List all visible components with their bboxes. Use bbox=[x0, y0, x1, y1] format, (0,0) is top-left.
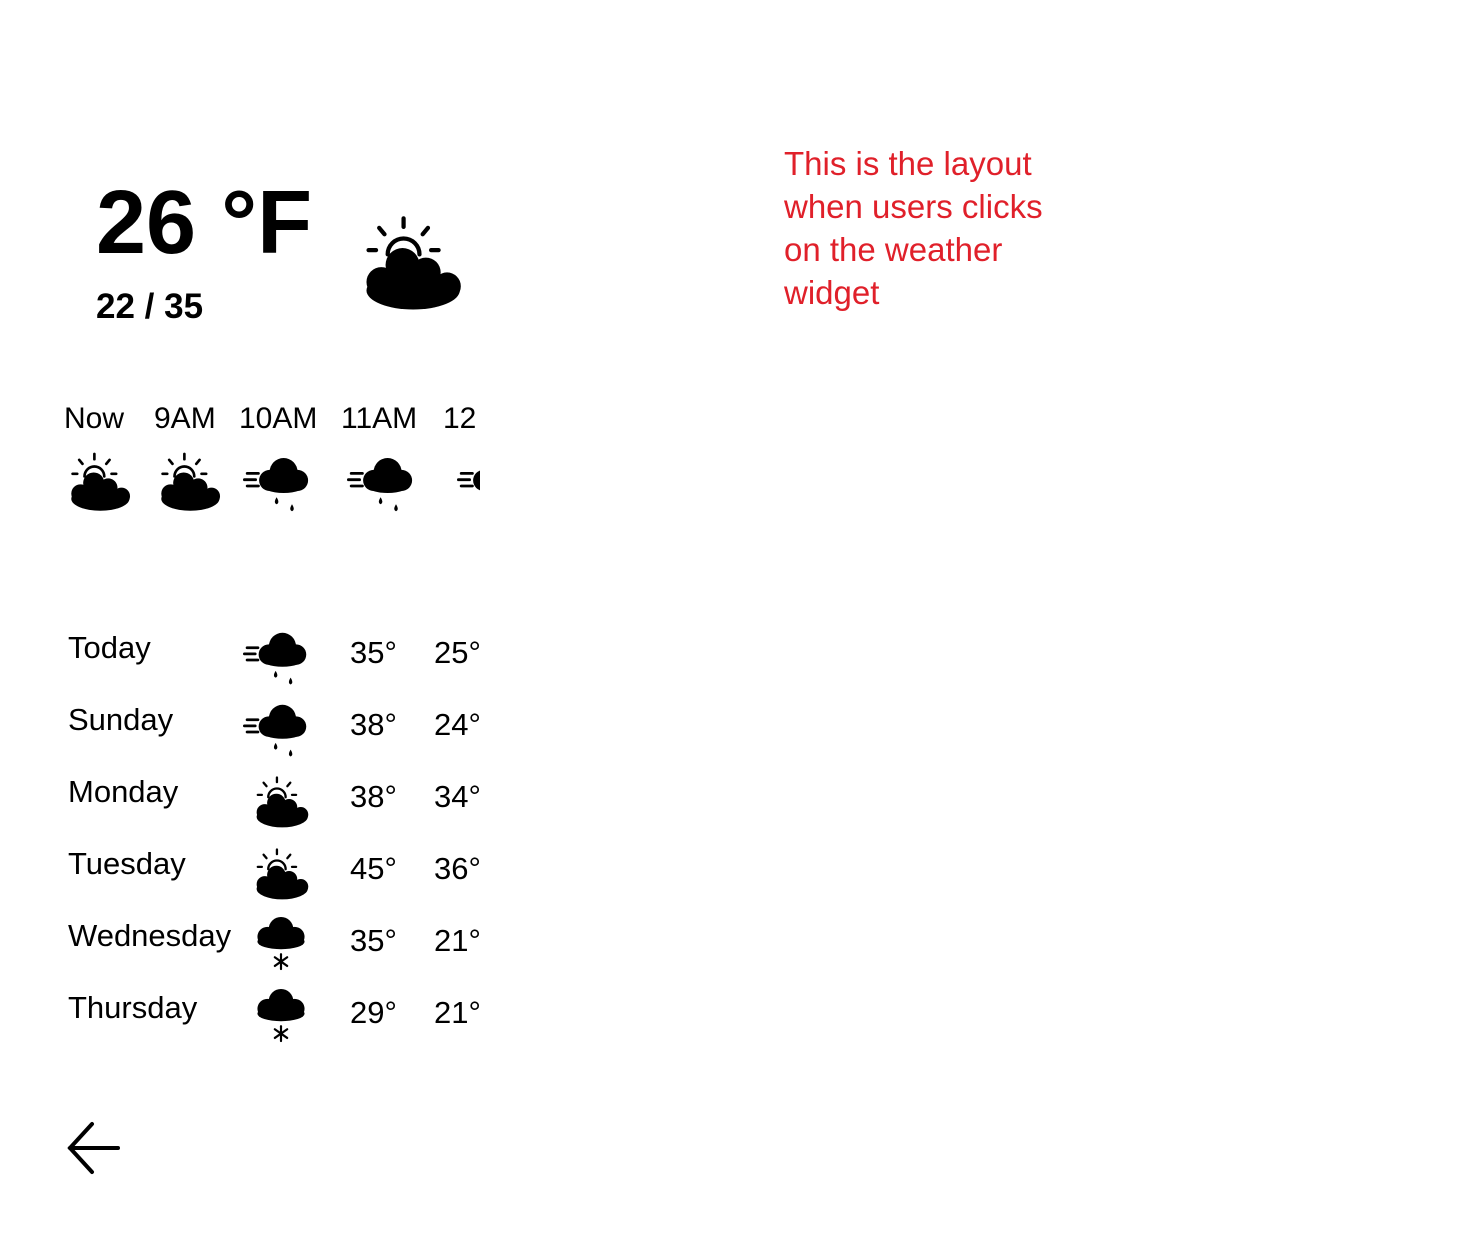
hour-label: Now bbox=[64, 402, 125, 435]
day-high: 29° bbox=[350, 995, 397, 1030]
day-low: 25° bbox=[434, 635, 481, 670]
daily-row: Wednesday 35° 21° bbox=[68, 916, 508, 988]
day-high: 38° bbox=[350, 779, 397, 814]
hour-label: 9AM bbox=[154, 402, 216, 435]
windy-rain-icon bbox=[347, 448, 417, 524]
daily-row: Thursday 29° 21° bbox=[68, 988, 508, 1060]
annotation-line: widget bbox=[784, 274, 880, 311]
annotation-line: when users clicks bbox=[784, 188, 1043, 225]
hour-label: 12 bbox=[443, 402, 477, 435]
current-temperature: 26 °F bbox=[96, 173, 313, 273]
daily-forecast: Today 35° 25° Sunday 38° 24° Monday 38° … bbox=[68, 628, 508, 1060]
hourly-forecast[interactable]: Now 9AM 10AM 11AM 12 bbox=[60, 400, 480, 530]
day-name: Thursday bbox=[68, 990, 198, 1025]
day-low: 21° bbox=[434, 995, 481, 1030]
daily-row: Sunday 38° 24° bbox=[68, 700, 508, 772]
windy-rain-icon bbox=[242, 626, 312, 694]
hour-label: 10AM bbox=[239, 402, 318, 435]
partly-cloudy-icon bbox=[156, 450, 222, 516]
daily-row: Monday 38° 34° bbox=[68, 772, 508, 844]
windy-rain-icon bbox=[243, 448, 313, 524]
annotation-line: This is the layout bbox=[784, 145, 1032, 182]
day-high: 45° bbox=[350, 851, 397, 886]
day-low: 24° bbox=[434, 707, 481, 742]
partly-cloudy-icon bbox=[66, 450, 132, 516]
snow-icon bbox=[250, 910, 312, 976]
day-name: Monday bbox=[68, 774, 179, 809]
snow-icon bbox=[250, 982, 312, 1048]
hour-label: 11AM bbox=[341, 402, 418, 435]
partly-cloudy-icon bbox=[252, 846, 310, 904]
partly-cloudy-icon bbox=[252, 774, 310, 832]
windy-rain-icon bbox=[242, 698, 312, 766]
annotation-note: This is the layout when users clicks on … bbox=[784, 142, 1084, 314]
annotation-line: on the weather bbox=[784, 231, 1003, 268]
day-low: 21° bbox=[434, 923, 481, 958]
current-temperature-range: 22 / 35 bbox=[96, 287, 204, 326]
day-name: Wednesday bbox=[68, 918, 232, 953]
day-name: Sunday bbox=[68, 702, 174, 737]
day-low: 34° bbox=[434, 779, 481, 814]
daily-row: Today 35° 25° bbox=[68, 628, 508, 700]
day-high: 35° bbox=[350, 923, 397, 958]
back-arrow-icon[interactable] bbox=[62, 1116, 126, 1180]
day-high: 38° bbox=[350, 707, 397, 742]
day-name: Tuesday bbox=[68, 846, 186, 881]
day-low: 36° bbox=[434, 851, 481, 886]
daily-row: Tuesday 45° 36° bbox=[68, 844, 508, 916]
day-high: 35° bbox=[350, 635, 397, 670]
day-name: Today bbox=[68, 630, 151, 665]
windy-rain-icon bbox=[457, 448, 480, 524]
partly-cloudy-icon bbox=[358, 212, 464, 318]
